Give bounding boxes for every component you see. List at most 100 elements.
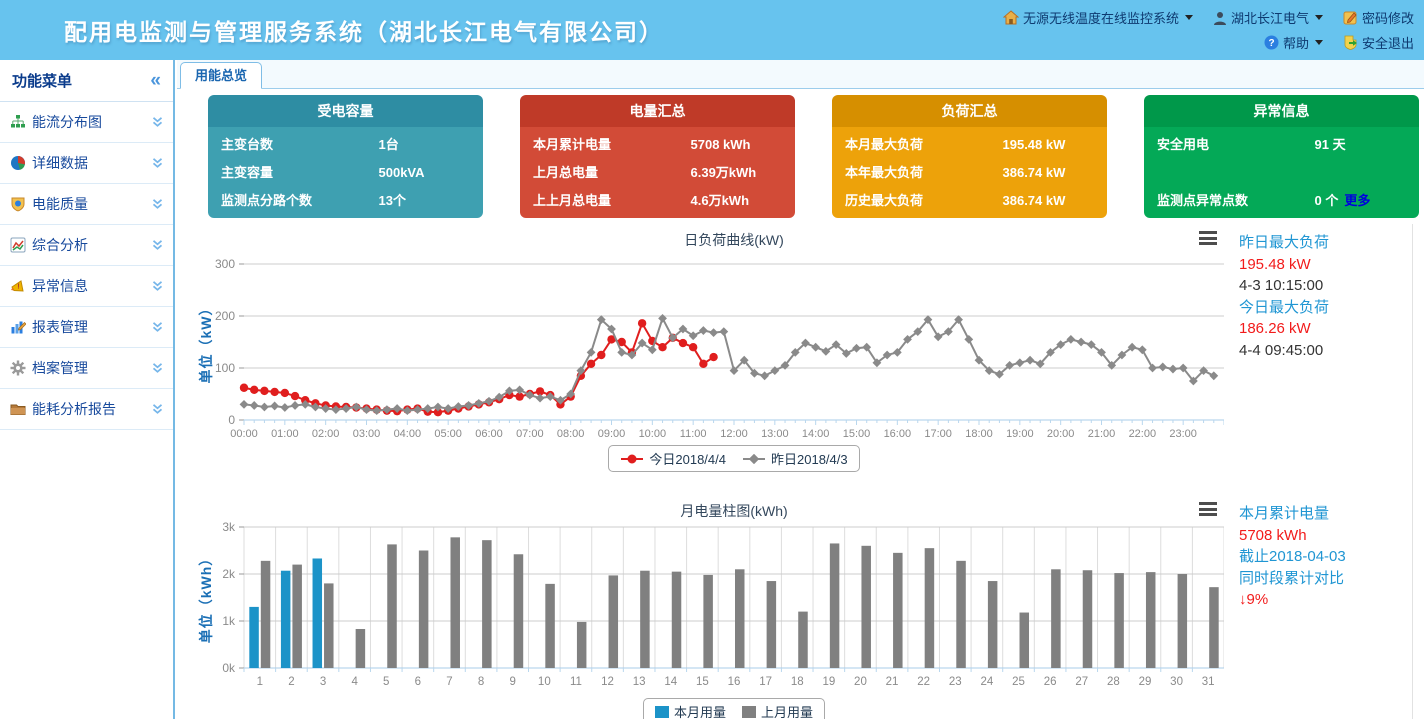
change-password-label: 密码修改 [1362, 8, 1414, 27]
user-dropdown[interactable]: 湖北长江电气 [1213, 8, 1323, 27]
legend-item-last-month[interactable]: 上月用量 [742, 702, 813, 719]
svg-text:31: 31 [1202, 676, 1215, 688]
legend-item-this-month[interactable]: 本月用量 [655, 702, 726, 719]
daily-load-line-chart[interactable]: 010020030000:0001:0002:0003:0004:0005:00… [199, 250, 1224, 450]
svg-text:14:00: 14:00 [802, 428, 830, 440]
help-dropdown[interactable]: ? 帮助 [1264, 33, 1323, 52]
svg-text:7: 7 [446, 676, 452, 688]
stat-label: 今日最大负荷 [1239, 297, 1419, 319]
caret-down-icon [1185, 15, 1193, 24]
sidebar-item-label: 综合分析 [32, 235, 88, 255]
system-dropdown-label: 无源无线温度在线监控系统 [1023, 8, 1179, 27]
card-row-value: 5708 kWh [691, 136, 751, 153]
password-edit-icon [1343, 10, 1358, 25]
load-stats-panel: 昨日最大负荷 195.48 kW 4-3 10:15:00 今日最大负荷 186… [1239, 232, 1419, 361]
sidebar-item-label: 电能质量 [32, 194, 88, 214]
svg-text:22:00: 22:00 [1129, 428, 1157, 440]
stat-value: 195.48 kW [1239, 254, 1419, 276]
stat-label: 昨日最大负荷 [1239, 232, 1419, 254]
card-row-value: 0 个 [1315, 193, 1339, 208]
svg-text:09:00: 09:00 [598, 428, 626, 440]
svg-text:9: 9 [510, 676, 516, 688]
sidebar-collapse-icon[interactable]: « [150, 70, 161, 92]
svg-text:0: 0 [228, 413, 235, 427]
sidebar-item-detail-data[interactable]: 详细数据 [0, 143, 173, 184]
safe-exit-link[interactable]: 安全退出 [1343, 33, 1414, 52]
sidebar-item-archive-management[interactable]: 档案管理 [0, 348, 173, 389]
svg-text:30: 30 [1170, 676, 1183, 688]
chevron-double-down-icon [152, 281, 163, 291]
legend-item-yesterday[interactable]: 昨日2018/4/3 [742, 449, 848, 468]
sidebar-item-comprehensive-analysis[interactable]: 综合分析 [0, 225, 173, 266]
svg-text:3k: 3k [222, 520, 236, 534]
home-icon [1003, 10, 1019, 25]
svg-text:5: 5 [383, 676, 389, 688]
line-chart-title: 日负荷曲线(kW) [244, 230, 1224, 250]
svg-text:25: 25 [1012, 676, 1025, 688]
change-password-link[interactable]: 密码修改 [1343, 8, 1414, 27]
chevron-double-down-icon [152, 363, 163, 373]
chevron-double-down-icon [152, 322, 163, 332]
pie-chart-icon [10, 155, 26, 171]
system-dropdown[interactable]: 无源无线温度在线监控系统 [1003, 8, 1193, 27]
svg-text:17: 17 [759, 676, 772, 688]
svg-text:16:00: 16:00 [884, 428, 912, 440]
svg-text:100: 100 [215, 361, 235, 375]
sidebar-item-abnormal-info[interactable]: ! 异常信息 [0, 266, 173, 307]
main-content: 用能总览 受电容量 主变台数1台 主变容量500kVA 监测点分路个数13个 电… [177, 60, 1424, 719]
svg-text:13: 13 [633, 676, 646, 688]
sidebar-item-report-management[interactable]: 报表管理 [0, 307, 173, 348]
card-row-label: 监测点分路个数 [221, 193, 312, 208]
sidebar-item-energy-report[interactable]: 能耗分析报告 [0, 389, 173, 430]
sidebar-item-power-quality[interactable]: 电能质量 [0, 184, 173, 225]
yesterday-series-marker-icon [742, 454, 766, 464]
more-link[interactable]: 更多 [1344, 193, 1370, 208]
card-row-value: 4.6万kWh [691, 192, 750, 209]
legend-item-today[interactable]: 今日2018/4/4 [620, 449, 726, 468]
card-row-value: 386.74 kW [1003, 164, 1066, 181]
svg-text:300: 300 [215, 257, 235, 271]
chart-menu-icon[interactable] [1199, 231, 1217, 248]
today-series-marker-icon [620, 454, 644, 464]
summary-cards: 受电容量 主变台数1台 主变容量500kVA 监测点分路个数13个 电量汇总 本… [208, 95, 1419, 218]
svg-text:1k: 1k [222, 614, 236, 628]
svg-text:06:00: 06:00 [475, 428, 503, 440]
chevron-double-down-icon [152, 158, 163, 168]
svg-text:27: 27 [1075, 676, 1088, 688]
sidebar-header: 功能菜单 « [0, 60, 173, 102]
card-row-label: 本月最大负荷 [845, 137, 923, 152]
help-label: 帮助 [1283, 33, 1309, 52]
chevron-double-down-icon [152, 117, 163, 127]
header-links: 无源无线温度在线监控系统 湖北长江电气 密码修改 ? 帮助 安全退出 [1003, 5, 1414, 55]
energy-stats-panel: 本月累计电量 5708 kWh 截止2018-04-03 同时段累计对比 ↓9% [1239, 503, 1419, 611]
card-load-summary: 负荷汇总 本月最大负荷195.48 kW 本年最大负荷386.74 kW 历史最… [832, 95, 1107, 218]
svg-text:11: 11 [570, 676, 582, 688]
tab-energy-overview[interactable]: 用能总览 [180, 62, 262, 89]
monthly-energy-bar-chart[interactable]: 0k1k2k3k12345678910111213141516171819202… [199, 515, 1224, 700]
svg-text:08:00: 08:00 [557, 428, 585, 440]
svg-text:29: 29 [1139, 676, 1152, 688]
last-month-marker-icon [742, 706, 756, 718]
svg-text:12:00: 12:00 [720, 428, 748, 440]
sidebar-item-label: 能流分布图 [32, 112, 102, 132]
folder-icon [10, 401, 26, 417]
svg-text:28: 28 [1107, 676, 1120, 688]
this-month-marker-icon [655, 706, 669, 718]
svg-text:18: 18 [791, 676, 804, 688]
sidebar-item-energy-flow[interactable]: 能流分布图 [0, 102, 173, 143]
card-energy-summary: 电量汇总 本月累计电量5708 kWh 上月总电量6.39万kWh 上上月总电量… [520, 95, 795, 218]
sidebar-item-label: 档案管理 [32, 358, 88, 378]
stat-label: 同时段累计对比 [1239, 568, 1419, 590]
stat-label: 本月累计电量 [1239, 503, 1419, 525]
svg-text:0k: 0k [222, 661, 236, 675]
safe-exit-label: 安全退出 [1362, 33, 1414, 52]
svg-text:8: 8 [478, 676, 484, 688]
app-title: 配用电监测与管理服务系统（湖北长江电气有限公司） [64, 13, 664, 47]
card-title: 受电容量 [208, 95, 483, 127]
svg-text:05:00: 05:00 [434, 428, 462, 440]
card-row-label: 安全用电 [1157, 137, 1209, 152]
svg-text:13:00: 13:00 [761, 428, 789, 440]
panel-divider [1412, 224, 1413, 719]
gear-icon [10, 360, 26, 376]
chevron-double-down-icon [152, 240, 163, 250]
